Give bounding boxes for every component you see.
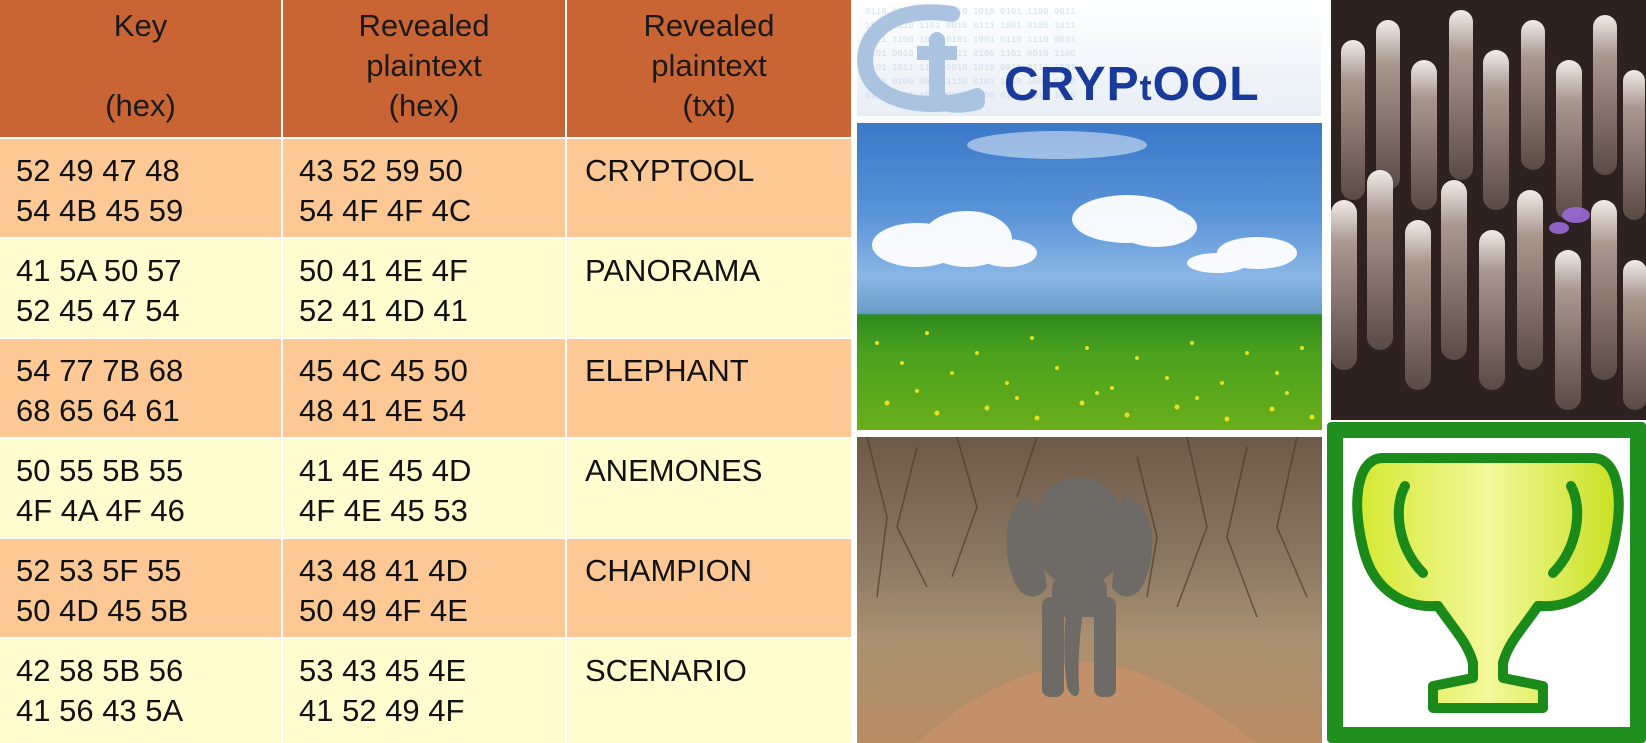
key-cell: 50 55 5B 55 4F 4A 4F 46 xyxy=(0,439,281,537)
logo-text-end: OOL xyxy=(1152,58,1260,111)
header-pttxt-line3: (txt) xyxy=(682,88,736,123)
key-line1: 41 5A 50 57 xyxy=(16,253,182,288)
key-cell: 42 58 5B 56 41 56 43 5A xyxy=(0,639,281,743)
meadow-sky-photo xyxy=(857,123,1322,430)
anemone-scene xyxy=(1331,10,1646,410)
key-line1: 42 58 5B 56 xyxy=(16,653,184,688)
key-line2: 50 4D 45 5B xyxy=(16,593,189,628)
plaintext-txt: CRYPTOOL xyxy=(585,153,755,188)
plaintext-hex-cell: 53 43 45 4E 41 52 49 4F xyxy=(283,639,565,743)
plaintext-txt: ANEMONES xyxy=(585,453,763,488)
table-row: 52 49 47 48 54 4B 45 59 43 52 59 50 54 4… xyxy=(0,139,851,237)
cryptool-logo: 0110 1001 0011 0110 1010 0101 1100 0011 … xyxy=(857,0,1321,116)
key-line1: 52 53 5F 55 xyxy=(16,553,182,588)
elephant-photo xyxy=(857,437,1322,743)
plaintext-txt-cell: PANORAMA xyxy=(567,239,851,337)
key-line2: 54 4B 45 59 xyxy=(16,193,184,228)
elephant-scene xyxy=(866,437,1308,743)
table-row: 41 5A 50 57 52 45 47 54 50 41 4E 4F 52 4… xyxy=(0,239,851,337)
plaintext-txt-cell: ELEPHANT xyxy=(567,339,851,437)
plaintext-hex-cell: 43 48 41 4D 50 49 4F 4E xyxy=(283,539,565,637)
header-key-line1: Key xyxy=(113,8,168,43)
plaintext-hex-line1: 45 4C 45 50 xyxy=(299,353,468,388)
header-key-line3: (hex) xyxy=(105,88,176,123)
key-line2: 68 65 64 61 xyxy=(16,393,180,428)
plaintext-hex-line2: 52 41 4D 41 xyxy=(299,293,468,328)
logo-text-t: t xyxy=(1139,67,1153,108)
cryptool-wordmark: CRYPtOOL xyxy=(1004,60,1260,113)
anemone-photo xyxy=(1331,0,1646,420)
header-pthex-line1: Revealed xyxy=(358,8,490,43)
header-pthex-line3: (hex) xyxy=(388,88,460,123)
plaintext-hex-line2: 54 4F 4F 4C xyxy=(299,193,472,228)
key-cell: 41 5A 50 57 52 45 47 54 xyxy=(0,239,281,337)
plaintext-hex-line1: 41 4E 45 4D xyxy=(299,453,472,488)
meadow-scene xyxy=(872,131,1315,422)
decryption-table: Key (hex) Revealed plaintext (hex) Revea… xyxy=(0,0,851,743)
plaintext-hex-line1: 53 43 45 4E xyxy=(299,653,467,688)
plaintext-txt-cell: CRYPTOOL xyxy=(567,139,851,237)
key-line1: 50 55 5B 55 xyxy=(16,453,184,488)
header-key-line2 xyxy=(0,46,281,86)
plaintext-hex-cell: 41 4E 45 4D 4F 4E 45 53 xyxy=(283,439,565,537)
key-line1: 52 49 47 48 xyxy=(16,153,180,188)
table-row: 50 55 5B 55 4F 4A 4F 46 41 4E 45 4D 4F 4… xyxy=(0,439,851,537)
header-pthex-line2: plaintext xyxy=(366,48,482,83)
plaintext-hex-cell: 43 52 59 50 54 4F 4F 4C xyxy=(283,139,565,237)
plaintext-hex-line2: 48 41 4E 54 xyxy=(299,393,467,428)
svg-text:0011 1100 1010 0101 1001 0110: 0011 1100 1010 0101 1001 0110 1110 0001 xyxy=(865,35,1076,45)
plaintext-hex-line1: 43 48 41 4D xyxy=(299,553,468,588)
header-pttxt-line1: Revealed xyxy=(643,8,775,43)
header-pttxt-line2: plaintext xyxy=(651,48,767,83)
key-line2: 52 45 47 54 xyxy=(16,293,180,328)
key-cell: 54 77 7B 68 68 65 64 61 xyxy=(0,339,281,437)
key-cell: 52 53 5F 55 50 4D 45 5B xyxy=(0,539,281,637)
trophy-graphic xyxy=(1352,453,1624,713)
plaintext-hex-cell: 50 41 4E 4F 52 41 4D 41 xyxy=(283,239,565,337)
key-cell: 52 49 47 48 54 4B 45 59 xyxy=(0,139,281,237)
plaintext-txt: PANORAMA xyxy=(585,253,761,288)
table-row: 42 58 5B 56 41 56 43 5A 53 43 45 4E 41 5… xyxy=(0,639,851,743)
key-line1: 54 77 7B 68 xyxy=(16,353,184,388)
header-plaintext-hex: Revealed plaintext (hex) xyxy=(283,0,565,137)
plaintext-txt-cell: CHAMPION xyxy=(567,539,851,637)
plaintext-hex-line2: 4F 4E 45 53 xyxy=(299,493,468,528)
header-plaintext-txt: Revealed plaintext (txt) xyxy=(567,0,851,137)
header-key: Key (hex) xyxy=(0,0,281,137)
table-row: 52 53 5F 55 50 4D 45 5B 43 48 41 4D 50 4… xyxy=(0,539,851,637)
plaintext-txt: SCENARIO xyxy=(585,653,747,688)
plaintext-hex-line1: 50 41 4E 4F xyxy=(299,253,468,288)
plaintext-txt: ELEPHANT xyxy=(585,353,749,388)
table-row: 54 77 7B 68 68 65 64 61 45 4C 45 50 48 4… xyxy=(0,339,851,437)
key-line2: 4F 4A 4F 46 xyxy=(16,493,185,528)
logo-text-main: CRYP xyxy=(1004,58,1140,111)
plaintext-txt-cell: SCENARIO xyxy=(567,639,851,743)
plaintext-hex-line2: 50 49 4F 4E xyxy=(299,593,468,628)
trophy-icon-inner xyxy=(1343,438,1630,727)
plaintext-txt-cell: ANEMONES xyxy=(567,439,851,537)
plaintext-hex-line2: 41 52 49 4F xyxy=(299,693,465,728)
key-line2: 41 56 43 5A xyxy=(16,693,184,728)
plaintext-hex-cell: 45 4C 45 50 48 41 4E 54 xyxy=(283,339,565,437)
trophy-icon xyxy=(1327,422,1646,743)
plaintext-hex-line1: 43 52 59 50 xyxy=(299,153,463,188)
plaintext-txt: CHAMPION xyxy=(585,553,753,588)
